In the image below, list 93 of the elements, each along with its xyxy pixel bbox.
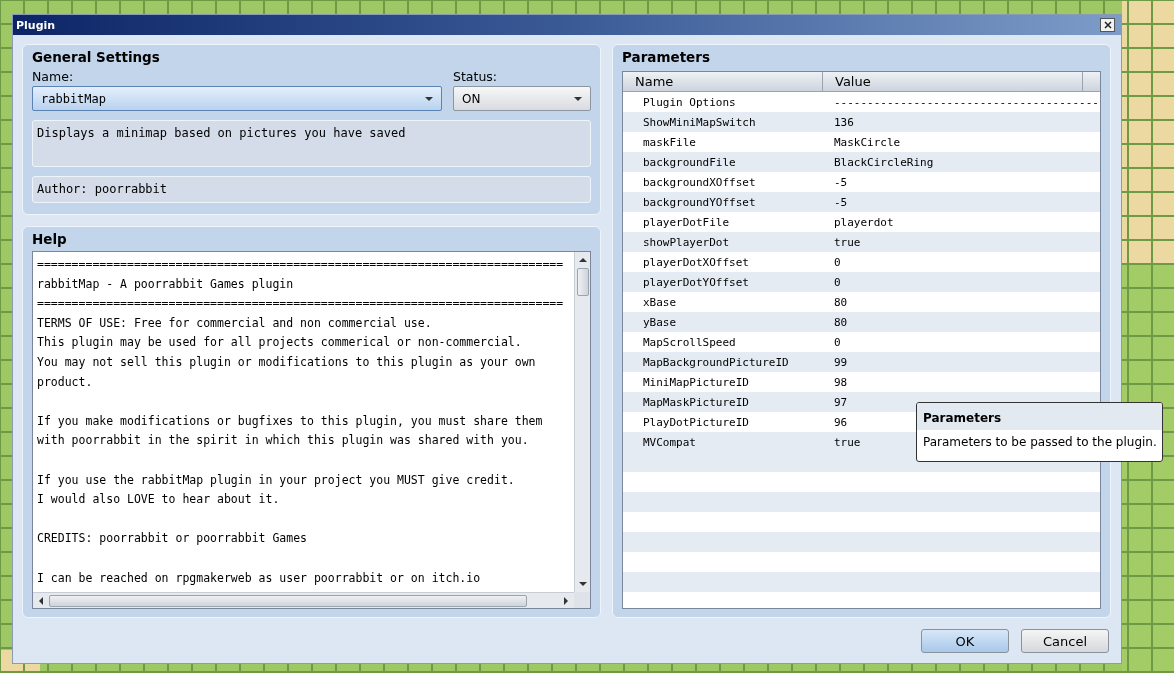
close-button[interactable]	[1100, 18, 1115, 32]
field-label: Status:	[453, 69, 499, 84]
table-cell-text: 99	[834, 354, 848, 371]
table-cell-text: ----------------------------------------	[834, 94, 1099, 111]
table-cell-text: ShowMiniMapSwitch	[642, 114, 756, 131]
scrollbar-corner	[574, 592, 590, 608]
field-label: Name:	[32, 69, 75, 84]
parameter-row[interactable]: playerDotXOffset 0	[623, 252, 1100, 272]
parameter-row[interactable]: backgroundYOffset -5	[623, 192, 1100, 212]
cancel-button[interactable]: Cancel	[1021, 629, 1109, 653]
panel-title: Parameters	[622, 49, 711, 65]
parameter-row[interactable]: MapBackgroundPictureID 99	[623, 352, 1100, 372]
column-header[interactable]: Value	[823, 72, 1083, 92]
table-cell-text: MapBackgroundPictureID	[642, 354, 789, 371]
scroll-thumb[interactable]	[576, 268, 589, 296]
table-cell-text: -5	[834, 194, 848, 211]
author-text: Author: poorrabbit	[32, 176, 591, 203]
name-dropdown[interactable]: rabbitMap	[32, 86, 442, 111]
up-arrow-icon	[578, 258, 587, 262]
help-line: CREDITS: poorrabbit or poorrabbit Games	[37, 530, 309, 548]
table-cell-text: MapMaskPictureID	[642, 394, 749, 411]
table-cell-text: 80	[834, 314, 848, 331]
help-line: You may not sell this plugin or modifications to this plugin as your own	[37, 353, 537, 371]
parameter-row[interactable]: xBase 80	[623, 292, 1100, 312]
dropdown-caret-icon	[425, 96, 433, 101]
description-text: Displays a minimap based on pictures you have saved	[32, 120, 591, 167]
table-cell-text: 136	[834, 114, 854, 131]
table-cell-text: maskFile	[642, 134, 696, 151]
help-line: If you use the rabbitMap plugin in your project you MUST give credit.	[37, 471, 516, 489]
right-arrow-icon	[564, 596, 568, 605]
parameter-row[interactable]: backgroundXOffset -5	[623, 172, 1100, 192]
column-header[interactable]: Name	[623, 72, 823, 92]
table-cell-text: playerdot	[834, 214, 894, 231]
help-line: TERMS OF USE: Free for commercial and non commercial use.	[37, 314, 433, 332]
table-cell-text: -5	[834, 174, 848, 191]
parameter-row[interactable]: backgroundFile BlackCircleRing	[623, 152, 1100, 172]
table-cell-text: 80	[834, 294, 848, 311]
table-cell-text: BlackCircleRing	[834, 154, 934, 171]
ok-button[interactable]: OK	[921, 629, 1009, 653]
help-line: I can be reached on rpgmakerweb as user poorrabbit or on itch.io	[37, 569, 482, 587]
scroll-thumb[interactable]	[49, 594, 528, 607]
vertical-scrollbar[interactable]	[574, 252, 590, 592]
dropdown-caret-icon	[574, 96, 582, 101]
table-cell-text: PlayDotPictureID	[642, 414, 749, 431]
table-cell-text: playerDotYOffset	[642, 274, 749, 291]
table-cell-text: 0	[834, 254, 841, 271]
help-line: If you make modifications or bugfixes to this plugin, you must share them	[37, 412, 544, 430]
parameter-row[interactable]: ShowMiniMapSwitch 136	[623, 112, 1100, 132]
table-cell-text: true	[834, 234, 861, 251]
table-cell-text: yBase	[642, 314, 677, 331]
parameter-row[interactable]: MiniMapPictureID 98	[623, 372, 1100, 392]
table-cell-text: true	[834, 434, 861, 451]
table-cell-text: backgroundXOffset	[642, 174, 756, 191]
table-cell-text: playerDotXOffset	[642, 254, 749, 271]
help-line: I would also LOVE to hear about it.	[37, 491, 281, 509]
table-cell-text: 98	[834, 374, 848, 391]
down-arrow-icon	[578, 582, 587, 586]
window-title: Plugin	[16, 18, 56, 32]
table-cell-text: MiniMapPictureID	[642, 374, 749, 391]
table-cell-text: MVCompat	[642, 434, 696, 451]
parameter-row[interactable]: maskFile MaskCircle	[623, 132, 1100, 152]
help-line: This plugin may be used for all projects commerical or non-commercial.	[37, 334, 523, 352]
help-line: with poorrabbit in the spirit in which this plugin was shared with you.	[37, 432, 530, 450]
horizontal-scrollbar[interactable]	[33, 592, 574, 608]
parameter-row[interactable]: playerDotYOffset 0	[623, 272, 1100, 292]
panel-title: Help	[32, 231, 68, 247]
table-cell-text: MaskCircle	[834, 134, 901, 151]
table-cell-text: 96	[834, 414, 848, 431]
table-cell-text: 0	[834, 274, 841, 291]
help-line: ============================================================================	[37, 256, 565, 273]
parameter-row[interactable]: showPlayerDot true	[623, 232, 1100, 252]
left-arrow-icon	[39, 596, 43, 605]
help-line: product.	[37, 373, 94, 391]
help-line: ============================================================================	[37, 295, 565, 313]
status-dropdown[interactable]: ON	[453, 86, 591, 111]
table-cell-text: xBase	[642, 294, 677, 311]
parameter-row[interactable]: MapScrollSpeed 0	[623, 332, 1100, 352]
table-cell-text: Plugin Options	[642, 94, 736, 111]
close-icon	[1103, 21, 1112, 29]
tooltip-title: Parameters	[917, 403, 1162, 430]
parameter-row[interactable]: playerDotFile playerdot	[623, 212, 1100, 232]
table-cell-text: backgroundFile	[642, 154, 736, 171]
panel-title: General Settings	[32, 49, 161, 65]
parameter-row[interactable]: Plugin Options ----------------------------------------	[623, 92, 1100, 112]
table-cell-text: backgroundYOffset	[642, 194, 756, 211]
table-cell-text: MapScrollSpeed	[642, 334, 736, 351]
table-cell-text: 97	[834, 394, 848, 411]
header-corner	[1083, 72, 1100, 92]
help-line: rabbitMap - A poorrabbit Games plugin	[37, 275, 295, 293]
table-cell-text: 0	[834, 334, 841, 351]
table-cell-text: playerDotFile	[642, 214, 730, 231]
parameter-row[interactable]: yBase 80	[623, 312, 1100, 332]
table-cell-text: showPlayerDot	[642, 234, 730, 251]
